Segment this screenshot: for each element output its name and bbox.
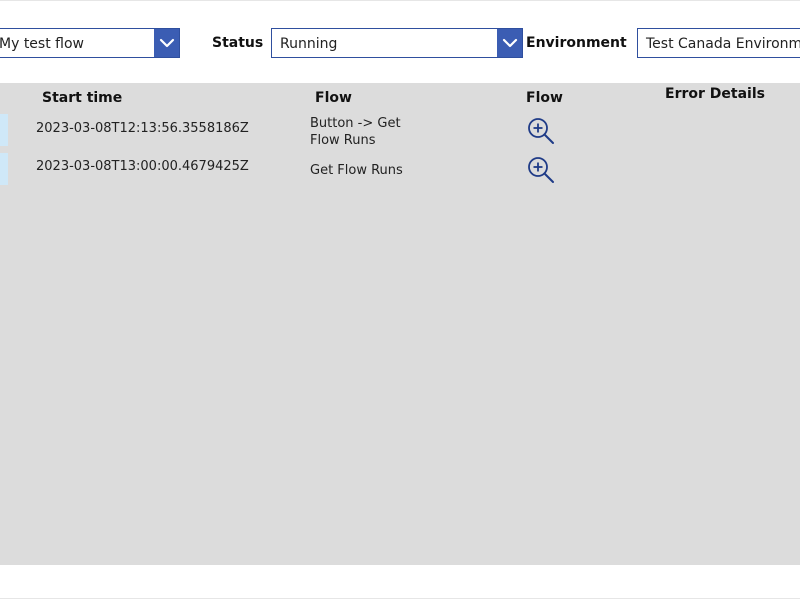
row-selection-marker[interactable] [0, 153, 8, 185]
zoom-in-icon[interactable] [526, 115, 556, 147]
chevron-down-icon[interactable] [497, 29, 522, 57]
row-flow-name-line1: Button -> Get [310, 116, 401, 131]
header-error-details: Error Details [665, 86, 765, 102]
flow-dropdown-value: My test flow [0, 36, 84, 52]
row-flow-name-line1: Get Flow Runs [310, 163, 403, 178]
status-dropdown-value: Running [280, 36, 338, 52]
bottom-divider [0, 598, 800, 599]
zoom-in-icon[interactable] [526, 154, 556, 186]
chevron-down-icon[interactable] [154, 29, 179, 57]
row-flow-name: Get Flow Runs [310, 162, 420, 179]
environment-label: Environment [526, 35, 627, 51]
top-divider [0, 0, 800, 1]
status-label: Status [212, 35, 264, 51]
header-start-time: Start time [42, 90, 123, 106]
row-flow-name-line2: Flow Runs [310, 133, 376, 148]
status-dropdown[interactable]: Running [271, 28, 523, 58]
environment-dropdown-value: Test Canada Environment [646, 36, 800, 52]
table-row[interactable]: 2023-03-08T13:00:00.4679425Z Get Flow Ru… [0, 153, 800, 187]
flow-runs-page: My test flow Status Running Environment … [0, 0, 800, 600]
row-flow-name: Button -> Get Flow Runs [310, 115, 420, 149]
environment-dropdown[interactable]: Test Canada Environment [637, 28, 800, 58]
header-flow-action: Flow [526, 90, 563, 106]
row-selection-marker[interactable] [0, 114, 8, 146]
table-row[interactable]: 2023-03-08T12:13:56.3558186Z Button -> G… [0, 114, 800, 148]
row-start-time: 2023-03-08T12:13:56.3558186Z [36, 121, 249, 136]
row-start-time: 2023-03-08T13:00:00.4679425Z [36, 159, 249, 174]
flow-dropdown[interactable]: My test flow [0, 28, 180, 58]
flow-runs-gallery: Start time Flow Flow Error Details 2023-… [0, 83, 800, 565]
header-flow: Flow [315, 90, 352, 106]
